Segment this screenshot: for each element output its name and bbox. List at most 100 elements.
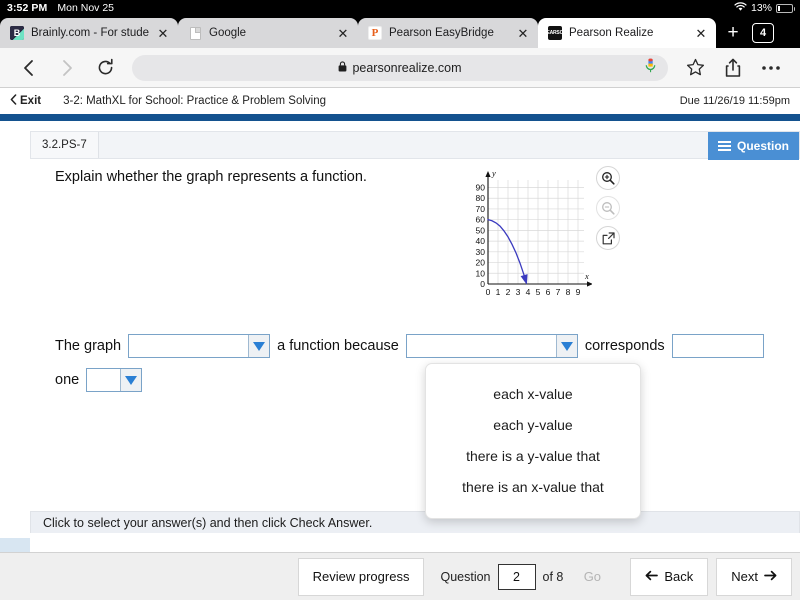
question-help-label: Question: [736, 139, 789, 153]
answer-text-seg3: corresponds: [584, 338, 665, 354]
question-help-button[interactable]: Question: [707, 132, 799, 160]
svg-text:0: 0: [486, 287, 491, 297]
tab-title: Brainly.com - For students: [31, 27, 149, 39]
svg-text:80: 80: [476, 193, 486, 203]
back-button[interactable]: Back: [630, 557, 709, 596]
arrow-left-icon: [645, 569, 659, 584]
svg-text:0: 0: [480, 279, 485, 289]
dropdown-option-menu[interactable]: each x-value each y-value there is a y-v…: [425, 363, 641, 519]
browser-window: 3:52 PM Mon Nov 25 13% B Brainly.com - F…: [0, 0, 800, 600]
instruction-bar: Click to select your answer(s) and then …: [30, 511, 800, 533]
browser-tab-google[interactable]: Google ✕: [178, 18, 358, 48]
question-total-label: of 8: [542, 569, 564, 584]
chevron-left-icon: [10, 94, 17, 108]
chevron-down-icon: [248, 335, 270, 357]
answer-dropdown-1[interactable]: [128, 334, 271, 358]
browser-tab-realize[interactable]: PEARSON Pearson Realize ✕: [538, 18, 716, 48]
new-tab-button[interactable]: +: [716, 18, 750, 48]
answer-textbox[interactable]: [671, 334, 764, 358]
star-icon[interactable]: [678, 51, 712, 85]
tab-title: Google: [209, 27, 247, 39]
close-icon[interactable]: ✕: [516, 27, 530, 40]
forward-chevron-icon: [50, 51, 84, 85]
due-date: Due 11/26/19 11:59pm: [679, 95, 790, 107]
back-label: Back: [664, 569, 694, 584]
svg-text:1: 1: [496, 287, 501, 297]
microphone-icon[interactable]: [645, 58, 656, 78]
svg-text:7: 7: [556, 287, 561, 297]
list-icon: [717, 141, 731, 151]
url-bar[interactable]: pearsonrealize.com: [132, 54, 668, 81]
arrow-right-icon: [764, 569, 777, 584]
svg-text:9: 9: [576, 287, 581, 297]
battery-icon: [776, 3, 795, 13]
expand-icon[interactable]: [596, 226, 620, 250]
dropdown-option[interactable]: there is an x-value that: [426, 471, 640, 502]
url-text: pearsonrealize.com: [352, 60, 462, 75]
dropdown-option[interactable]: each y-value: [426, 409, 640, 440]
battery-percent: 13%: [750, 2, 772, 14]
graph-svg: 0 1 2 3 4 5 6 7 8 90102030405060708090yx: [476, 168, 593, 297]
zoom-in-icon[interactable]: [596, 166, 620, 190]
exercise-toolbar: 3.2.PS-7 Question: [30, 131, 800, 160]
answer-text-seg1: The graph: [55, 338, 122, 354]
lock-icon: [338, 60, 347, 75]
page-edge-fill: [0, 538, 30, 552]
answer-text-seg2: a function because: [277, 338, 399, 354]
browser-toolbar: pearsonrealize.com: [0, 48, 800, 88]
exit-button[interactable]: Exit: [10, 94, 41, 108]
tab-count-button[interactable]: 4: [752, 23, 774, 43]
reload-icon[interactable]: [88, 51, 122, 85]
svg-text:6: 6: [546, 287, 551, 297]
svg-text:y: y: [491, 168, 496, 178]
assignment-title: 3-2: MathXL for School: Practice & Probl…: [63, 95, 327, 107]
go-button: Go: [572, 561, 613, 592]
close-icon[interactable]: ✕: [336, 27, 350, 40]
share-icon[interactable]: [716, 51, 750, 85]
svg-text:10: 10: [476, 268, 486, 278]
tab-strip: B Brainly.com - For students ✕ Google ✕ …: [0, 16, 800, 48]
dropdown-option[interactable]: each x-value: [426, 378, 640, 409]
more-dots-icon[interactable]: [754, 51, 788, 85]
question-jump-group: Question of 8 Go: [430, 558, 622, 596]
status-date: Mon Nov 25: [57, 2, 115, 14]
pearson-realize-icon: PEARSON: [548, 26, 562, 40]
tab-title: Pearson EasyBridge: [389, 27, 494, 39]
browser-tab-easybridge[interactable]: P Pearson EasyBridge ✕: [358, 18, 538, 48]
answer-dropdown-2[interactable]: [405, 334, 578, 358]
svg-text:70: 70: [476, 204, 486, 214]
question-text: Explain whether the graph represents a f…: [55, 169, 367, 185]
answer-dropdown-1-value: [129, 335, 248, 357]
exit-label: Exit: [20, 95, 42, 107]
next-button[interactable]: Next: [716, 557, 792, 596]
chevron-down-icon: [555, 335, 577, 357]
svg-text:4: 4: [526, 287, 531, 297]
browser-tab-brainly[interactable]: B Brainly.com - For students ✕: [0, 18, 178, 48]
graph-tool-column: [596, 166, 620, 250]
question-number-input[interactable]: [497, 563, 536, 590]
exercise-panel: 3.2.PS-7 Question Explain whether the gr…: [0, 121, 800, 533]
svg-text:x: x: [584, 271, 589, 281]
brainly-icon: B: [10, 26, 24, 40]
answer-text-seg4: one: [55, 372, 80, 388]
pearson-p-icon: P: [368, 26, 382, 40]
function-graph: 0 1 2 3 4 5 6 7 8 9 0 10 20 30 40 50 60 70 80 90 y x: [452, 166, 593, 316]
wifi-icon: [734, 1, 747, 15]
close-icon[interactable]: ✕: [156, 27, 170, 40]
bottom-navigation-bar: Review progress Question of 8 Go Back Ne…: [0, 552, 800, 600]
next-label: Next: [731, 569, 758, 584]
chevron-down-icon: [120, 369, 142, 391]
svg-text:5: 5: [536, 287, 541, 297]
document-icon: [188, 26, 202, 40]
back-chevron-icon[interactable]: [12, 51, 46, 85]
svg-text:3: 3: [516, 287, 521, 297]
tab-title: Pearson Realize: [569, 27, 654, 39]
svg-text:90: 90: [476, 183, 486, 193]
dropdown-option[interactable]: there is a y-value that: [426, 440, 640, 471]
app-header: Exit 3-2: MathXL for School: Practice & …: [0, 88, 800, 114]
close-icon[interactable]: ✕: [694, 27, 708, 40]
review-progress-button[interactable]: Review progress: [297, 557, 425, 596]
answer-dropdown-3-value: [87, 369, 120, 391]
answer-dropdown-3[interactable]: [86, 368, 143, 392]
svg-text:30: 30: [476, 247, 486, 257]
